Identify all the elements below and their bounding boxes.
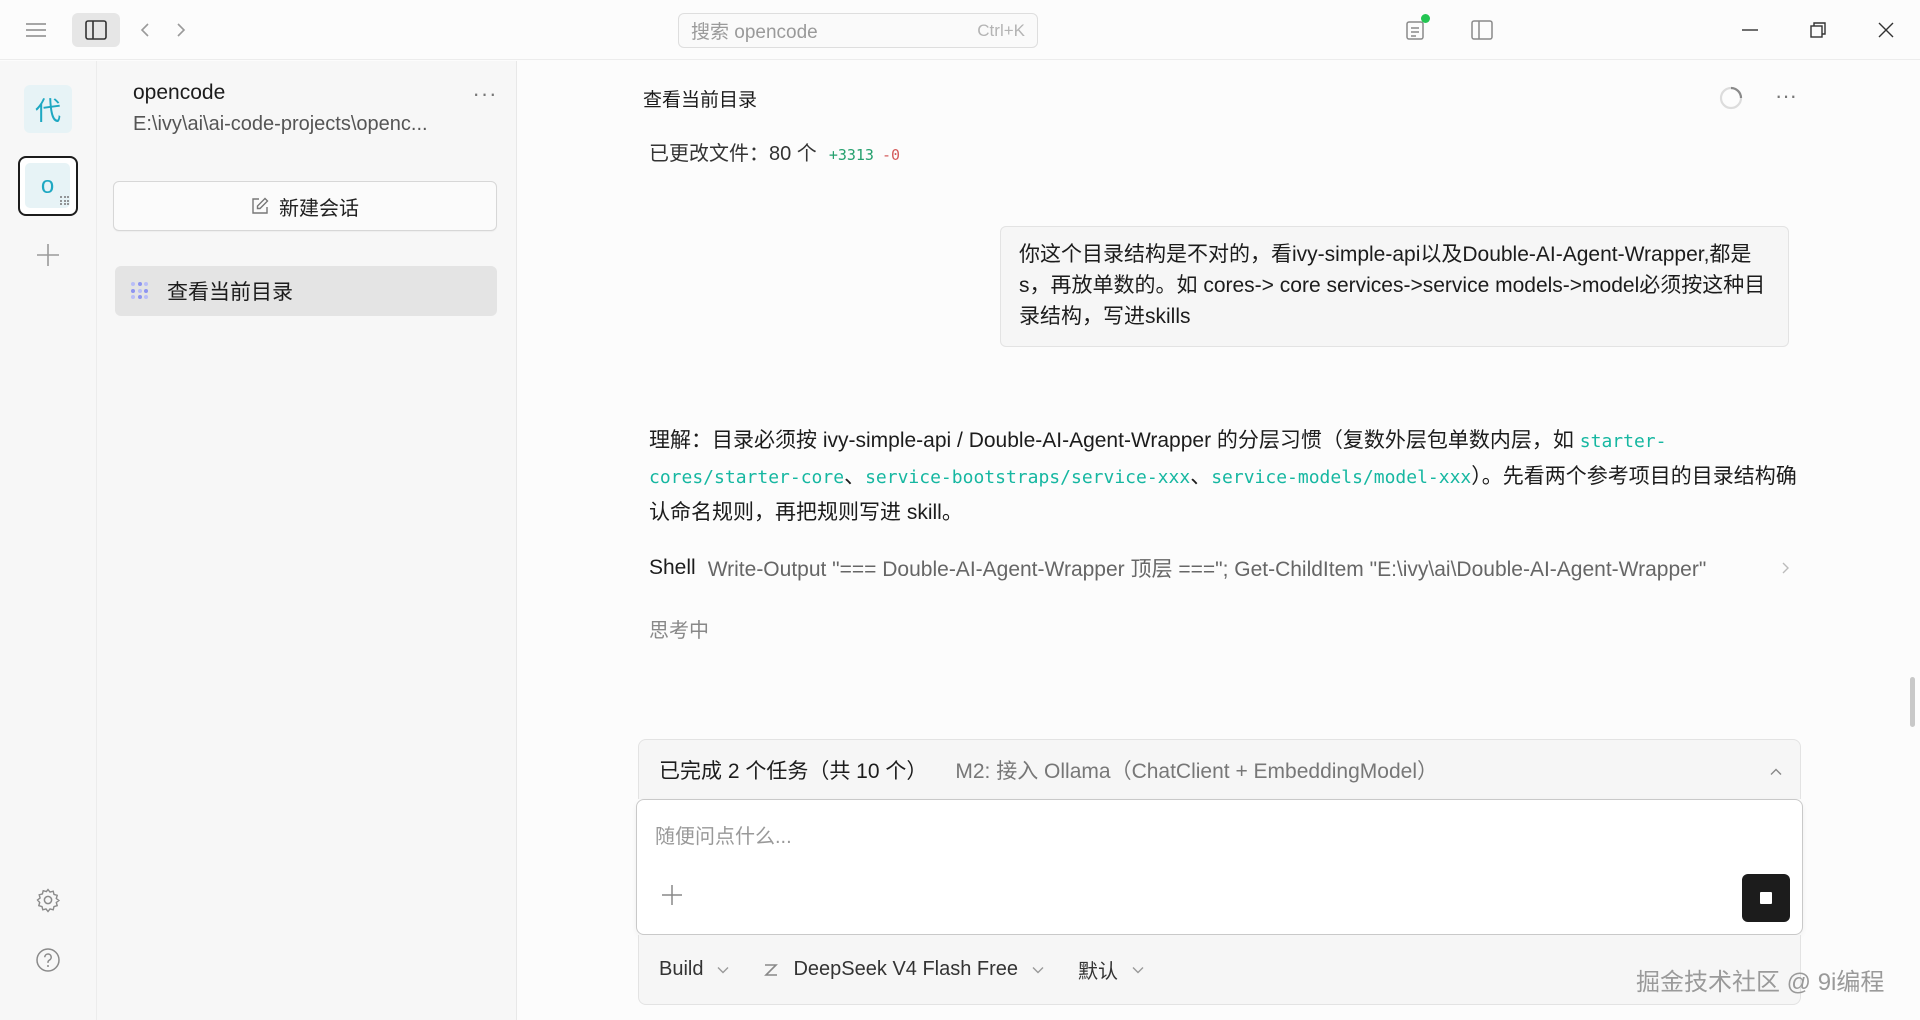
app-window: 搜索 opencode Ctrl+K 代 o opencode E:\ivy\a… — [0, 0, 1920, 1020]
assistant-message: 理解：目录必须按 ivy-simple-api / Double-AI-Agen… — [649, 423, 1797, 530]
chevron-down-icon — [717, 966, 729, 974]
menu-icon[interactable] — [18, 15, 54, 45]
session-sidebar: opencode E:\ivy\ai\ai-code-projects\open… — [97, 61, 517, 1020]
agent-select-value: Build — [659, 958, 704, 980]
variant-select[interactable]: 默认 — [1078, 955, 1144, 984]
settings-gear-icon[interactable] — [31, 883, 65, 917]
project-avatar[interactable]: 代 — [24, 85, 72, 133]
shell-tool-call[interactable]: Shell Write-Output "=== Double-AI-Agent-… — [649, 553, 1799, 583]
new-session-button[interactable]: 新建会话 — [113, 181, 497, 231]
project-avatar-active[interactable]: o — [18, 156, 78, 216]
prompt-placeholder: 随便问点什么... — [655, 826, 792, 848]
loading-spinner-icon — [1718, 85, 1744, 111]
shell-label: Shell — [649, 556, 696, 579]
thinking-status: 思考中 — [649, 620, 709, 642]
toggle-right-panel-button[interactable] — [1464, 13, 1500, 47]
todo-progress-bar[interactable]: 已完成 2 个任务（共 10 个） M2: 接入 Ollama（ChatClie… — [638, 739, 1801, 799]
project-rail: 代 o — [0, 61, 97, 1020]
model-select[interactable]: DeepSeek V4 Flash Free — [763, 958, 1044, 981]
scrollbar-thumb[interactable] — [1910, 677, 1915, 727]
search-input[interactable]: 搜索 opencode Ctrl+K — [678, 13, 1038, 48]
project-name: opencode — [133, 81, 226, 104]
chat-main: 查看当前目录 ··· 已更改文件：80 个 +3313 -0 你这个目录结构是不… — [518, 61, 1920, 1020]
answer-code: service-bootstraps/service-xxx — [865, 467, 1191, 488]
changed-files-label: 已更改文件：80 个 — [649, 143, 817, 165]
variant-select-value: 默认 — [1078, 961, 1119, 983]
additions-count: +3313 — [828, 146, 874, 164]
answer-separator: 、 — [1190, 465, 1212, 488]
add-attachment-icon[interactable] — [657, 880, 687, 910]
session-item[interactable]: 查看当前目录 — [115, 266, 497, 316]
restore-icon[interactable] — [1798, 12, 1838, 48]
todo-current-task: M2: 接入 Ollama（ChatClient + EmbeddingMode… — [955, 759, 1438, 783]
user-message: 你这个目录结构是不对的，看ivy-simple-api以及Double-AI-A… — [1000, 226, 1789, 347]
search-shortcut: Ctrl+K — [977, 20, 1025, 40]
answer-separator: 、 — [844, 465, 866, 488]
answer-text: 理解：目录必须按 ivy-simple-api / Double-AI-Agen… — [649, 429, 1580, 452]
model-provider-icon — [763, 962, 779, 978]
stop-icon — [1760, 892, 1772, 904]
status-dot — [1421, 14, 1430, 23]
title-bar: 搜索 opencode Ctrl+K — [0, 0, 1920, 60]
chevron-right-icon — [1782, 558, 1790, 579]
changed-files-summary[interactable]: 已更改文件：80 个 +3313 -0 — [649, 137, 900, 166]
forward-arrow-icon[interactable] — [166, 15, 196, 45]
chevron-up-icon[interactable] — [1770, 758, 1782, 782]
prompt-input[interactable]: 随便问点什么... — [636, 799, 1803, 935]
minimize-icon[interactable] — [1730, 12, 1770, 48]
new-session-label: 新建会话 — [279, 197, 359, 220]
deletions-count: -0 — [881, 146, 901, 164]
session-title: 查看当前目录 — [643, 90, 758, 111]
toggle-sidebar-button[interactable] — [72, 13, 120, 47]
agent-select[interactable]: Build — [659, 958, 729, 981]
add-project-icon[interactable] — [30, 237, 66, 273]
watermark: 掘金技术社区 @ 9i编程 — [1636, 969, 1885, 996]
busy-indicator-icon — [60, 196, 70, 206]
help-icon[interactable] — [31, 943, 65, 977]
review-changes-button[interactable] — [1398, 13, 1434, 47]
project-path: E:\ivy\ai\ai-code-projects\openc... — [133, 113, 428, 135]
edit-icon — [251, 197, 269, 215]
stop-button[interactable] — [1742, 874, 1790, 922]
loading-dots-icon — [131, 282, 149, 300]
chevron-down-icon — [1132, 966, 1144, 974]
back-arrow-icon[interactable] — [130, 15, 160, 45]
chevron-down-icon — [1032, 966, 1044, 974]
close-icon[interactable] — [1866, 12, 1906, 48]
shell-command: Write-Output "=== Double-AI-Agent-Wrappe… — [707, 558, 1707, 581]
composer-options-bar: Build DeepSeek V4 Flash Free 默认 — [638, 935, 1801, 1005]
session-item-label: 查看当前目录 — [167, 281, 293, 304]
search-placeholder: 搜索 opencode — [691, 22, 818, 43]
session-more-icon[interactable]: ··· — [1768, 81, 1804, 111]
todo-done-text: 已完成 2 个任务（共 10 个） — [659, 759, 928, 783]
model-select-value: DeepSeek V4 Flash Free — [793, 958, 1019, 980]
answer-code: service-models/model-xxx — [1211, 467, 1472, 488]
project-more-icon[interactable]: ··· — [469, 79, 501, 109]
